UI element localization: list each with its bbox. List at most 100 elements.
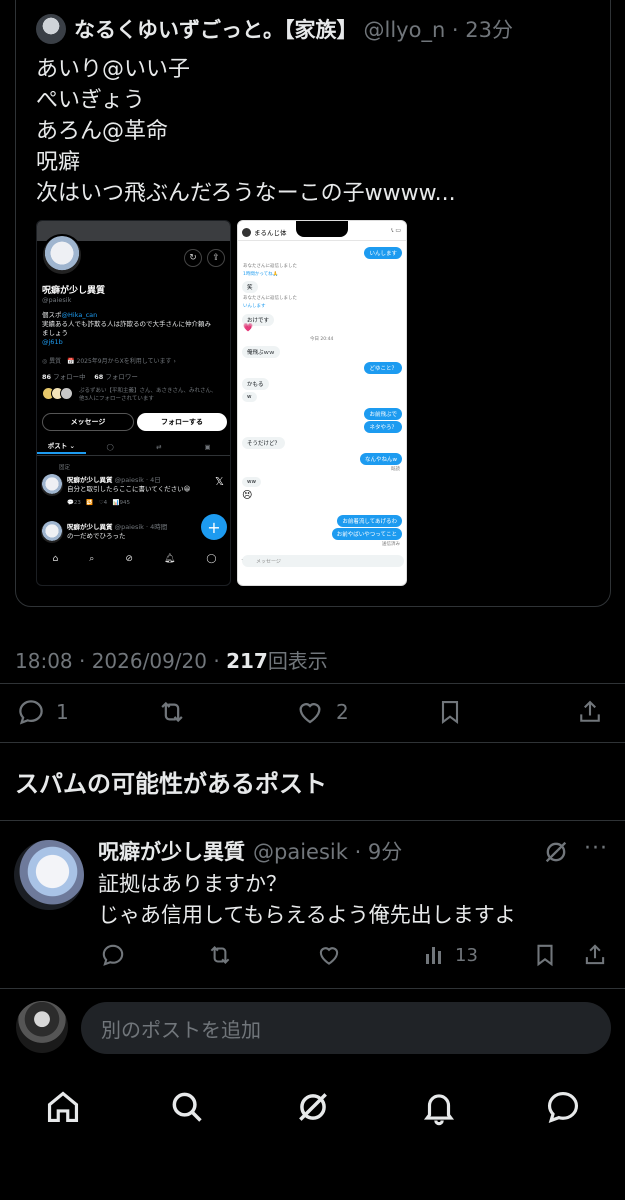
reply-icon — [102, 944, 124, 966]
divider — [0, 683, 625, 684]
attached-image-profile[interactable]: ↻ ⇪ 呪癖が少し異質 @paiesik 個スポ@Hika_can 実績ある人で… — [36, 220, 231, 586]
reply-author-name[interactable]: 呪癖が少し異質 — [98, 836, 245, 866]
reply-reply-button[interactable] — [100, 942, 126, 968]
dm-message: どゆこと？ — [364, 362, 402, 374]
dm-message: ネタやろ？ — [364, 421, 402, 433]
divider — [0, 742, 625, 743]
x-logo-icon: 𝕏 — [215, 475, 224, 488]
reply-repost-button[interactable] — [206, 942, 234, 968]
reply-share-button[interactable] — [582, 942, 608, 968]
message-button: メッセージ — [42, 413, 134, 431]
bottom-navigation — [0, 1078, 625, 1138]
dm-reply-quote: いんします — [243, 304, 266, 309]
dm-message: そうだけど？ — [242, 437, 286, 449]
repost-icon — [161, 701, 183, 723]
nav-grok[interactable] — [294, 1088, 332, 1126]
like-icon — [319, 947, 339, 965]
quoted-line: ぺいぎょう — [36, 88, 145, 113]
reply-like-button[interactable] — [315, 942, 343, 968]
attached-image-dm[interactable]: まるんじ体 📞︎ ▭ いんします あなたさんに返信しました 1時間かってね🙏 笑… — [237, 220, 407, 586]
pinned-label: 固定 — [59, 465, 71, 471]
bookmark-button[interactable] — [436, 697, 464, 727]
nav-messages[interactable] — [544, 1088, 582, 1126]
grok-icon — [545, 841, 567, 863]
search-icon: ⌕ — [89, 554, 95, 564]
repost-button[interactable] — [156, 697, 188, 727]
profile-name: 呪癖が少し異質 — [42, 286, 106, 296]
reply-author-avatar[interactable] — [14, 840, 84, 910]
current-user-avatar[interactable] — [16, 1001, 68, 1053]
quoted-author-handle: @llyo_n · 23分 — [363, 18, 514, 42]
dm-header: まるんじ体 — [242, 227, 287, 237]
nav-search[interactable] — [168, 1088, 206, 1126]
follow-button: フォローする — [137, 413, 227, 431]
share-button[interactable] — [576, 697, 604, 727]
dm-sent-receipt: 送信済み — [382, 542, 400, 547]
dm-reply-note: あなたさんに返信しました — [243, 296, 297, 301]
reply-button[interactable]: 1 — [16, 697, 69, 727]
divider — [0, 820, 625, 821]
nav-home[interactable] — [44, 1088, 82, 1126]
dm-message: かもる — [242, 378, 269, 390]
profile-post: 呪癖が少し異質 @paiesik · 4日 自分と取引したらここに書いてください… — [41, 474, 229, 508]
grok-icon: ⊘ — [125, 554, 133, 564]
followers-count: 68 — [94, 373, 104, 381]
quoted-author-name[interactable]: なるくゆいずごっと。【家族】 — [74, 14, 358, 44]
quoted-post-header: なるくゆいずごっと。【家族】 @llyo_n · 23分 — [36, 14, 513, 44]
dm-title: まるんじ体 — [254, 229, 287, 237]
bio-link: @j61b — [42, 338, 63, 346]
reply-composer-input[interactable]: 別のポストを追加 — [81, 1002, 611, 1054]
replies-tab-icon: ◯ — [106, 442, 114, 451]
reply-count: 1 — [56, 700, 69, 724]
messages-icon: ◯ — [206, 554, 217, 564]
spam-section-title: スパムの可能性があるポスト — [15, 770, 327, 798]
post-body: 自分と取引したらここに書いてください😀 — [67, 485, 191, 493]
dm-message: なんやねんw — [360, 453, 402, 465]
divider — [0, 988, 625, 989]
grok-button[interactable] — [542, 838, 570, 866]
reply-views-button[interactable]: 13 — [423, 942, 478, 968]
following-label: フォロー中 — [53, 373, 86, 381]
mutuals-line: ぷるずあい【平和主義】さん、あさきさん、みれさん、 — [79, 388, 217, 394]
reply-author-handle: @paiesik · 9分 — [253, 840, 403, 864]
bookmark-icon — [441, 701, 459, 725]
compose-fab: + — [201, 514, 227, 540]
following-count: 86 — [42, 373, 52, 381]
profile-follow-counts: 86 フォロー中 68 フォロワー — [42, 371, 138, 381]
messages-icon — [547, 1091, 579, 1124]
mutuals-text: ぷるずあい【平和主義】さん、あさきさん、みれさん、 他3人にフォローされています — [79, 387, 217, 403]
bio-line: 実績ある人でも詐欺る人は詐欺るので大手さんに仲介頼み — [42, 320, 211, 328]
share-icon — [580, 700, 600, 722]
profile-bio: 個スポ@Hika_can 実績ある人でも詐欺る人は詐欺るので大手さんに仲介頼み … — [42, 311, 211, 347]
like-icon — [299, 703, 321, 724]
quoted-line: あいり@いい子 — [36, 57, 191, 82]
nav-notifications[interactable] — [420, 1088, 458, 1126]
dm-message: ww — [242, 477, 261, 487]
share-icon-small: ⇪ — [207, 249, 225, 267]
tab-posts: ポスト ⌄ — [37, 440, 86, 454]
bio-prefix: 個スポ — [42, 311, 62, 319]
phone-notch — [296, 221, 348, 237]
dm-read-receipt: 既読 — [391, 467, 400, 472]
dm-message: いんします — [364, 247, 402, 259]
profile-avatar — [41, 234, 83, 276]
reply-action-bar: 13 — [0, 938, 625, 972]
reply-views-count: 13 — [455, 944, 478, 966]
post-avatar — [41, 521, 63, 543]
post-timestamp-views: 18:08 · 2026/09/20 · 217回表示 — [15, 645, 328, 674]
profile-tabs: ポスト ⌄ ◯ ⇄ ▣ — [37, 438, 230, 456]
quoted-author-avatar[interactable] — [36, 14, 66, 44]
reply-bookmark-button[interactable] — [532, 942, 558, 968]
grok-icon — [299, 1093, 327, 1121]
grok-icon-small: ↻ — [184, 249, 202, 267]
notifications-icon: 🔔︎ — [163, 554, 176, 564]
more-icon[interactable]: ··· — [584, 836, 608, 861]
post-timestamp: 18:08 · 2026/09/20 · — [15, 649, 227, 673]
share-icon — [585, 944, 605, 965]
profile-handle: @paiesik — [42, 296, 72, 304]
dm-message: w — [242, 392, 257, 402]
profile-shot-nav: ⌂ ⌕ ⊘ 🔔︎ ◯ — [37, 549, 230, 569]
bio-link: @Hika_can — [61, 311, 98, 319]
dm-input: メッセージ — [242, 555, 404, 567]
like-button[interactable]: 2 — [294, 697, 349, 727]
